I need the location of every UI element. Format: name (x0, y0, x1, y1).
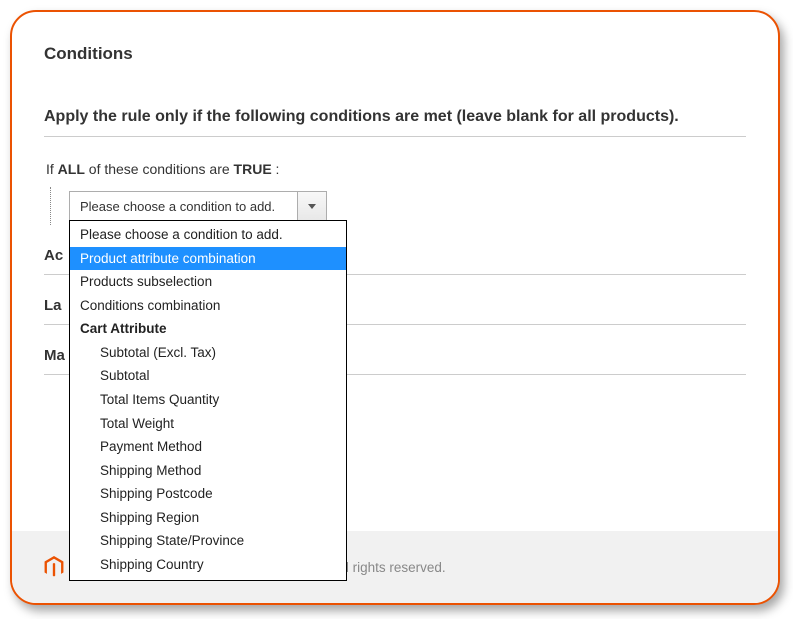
condition-option[interactable]: Please choose a condition to add. (70, 223, 346, 247)
condition-option[interactable]: Total Weight (70, 412, 346, 436)
condition-option[interactable]: Subtotal (Excl. Tax) (70, 341, 346, 365)
condition-select-display[interactable]: Please choose a condition to add. (69, 191, 297, 221)
rule-aggregator[interactable]: ALL (58, 161, 85, 177)
rule-value[interactable]: TRUE (234, 161, 272, 177)
condition-select-toggle[interactable] (297, 191, 327, 221)
condition-option[interactable]: Conditions combination (70, 294, 346, 318)
condition-combobox[interactable]: Please choose a condition to add. Please… (69, 191, 327, 221)
rule-prefix: If (46, 161, 58, 177)
condition-option[interactable]: Shipping Region (70, 506, 346, 530)
condition-option[interactable]: Shipping Postcode (70, 482, 346, 506)
condition-option[interactable]: Shipping Method (70, 459, 346, 483)
condition-option[interactable]: Payment Method (70, 435, 346, 459)
conditions-instruction: Apply the rule only if the following con… (44, 108, 746, 137)
panel-body: Conditions Apply the rule only if the fo… (12, 12, 778, 603)
condition-option[interactable]: Shipping State/Province (70, 529, 346, 553)
condition-option[interactable]: Total Items Quantity (70, 388, 346, 412)
rule-aggregator-line: If ALL of these conditions are TRUE : (46, 161, 746, 177)
conditions-panel: Conditions Apply the rule only if the fo… (10, 10, 780, 605)
section-title: Conditions (44, 44, 746, 64)
rule-middle: of these conditions are (85, 161, 234, 177)
condition-tree: Please choose a condition to add. Please… (50, 187, 746, 225)
condition-option[interactable]: Product attribute combination (70, 247, 346, 271)
condition-option[interactable]: Subtotal (70, 364, 346, 388)
condition-option: Cart Attribute (70, 317, 346, 341)
condition-option[interactable]: Products subselection (70, 270, 346, 294)
chevron-down-icon (308, 204, 316, 209)
magento-logo-icon (44, 556, 64, 578)
rule-suffix: : (272, 161, 280, 177)
condition-option[interactable]: Shipping Country (70, 553, 346, 577)
condition-options-list[interactable]: Please choose a condition to add.Product… (69, 220, 347, 581)
